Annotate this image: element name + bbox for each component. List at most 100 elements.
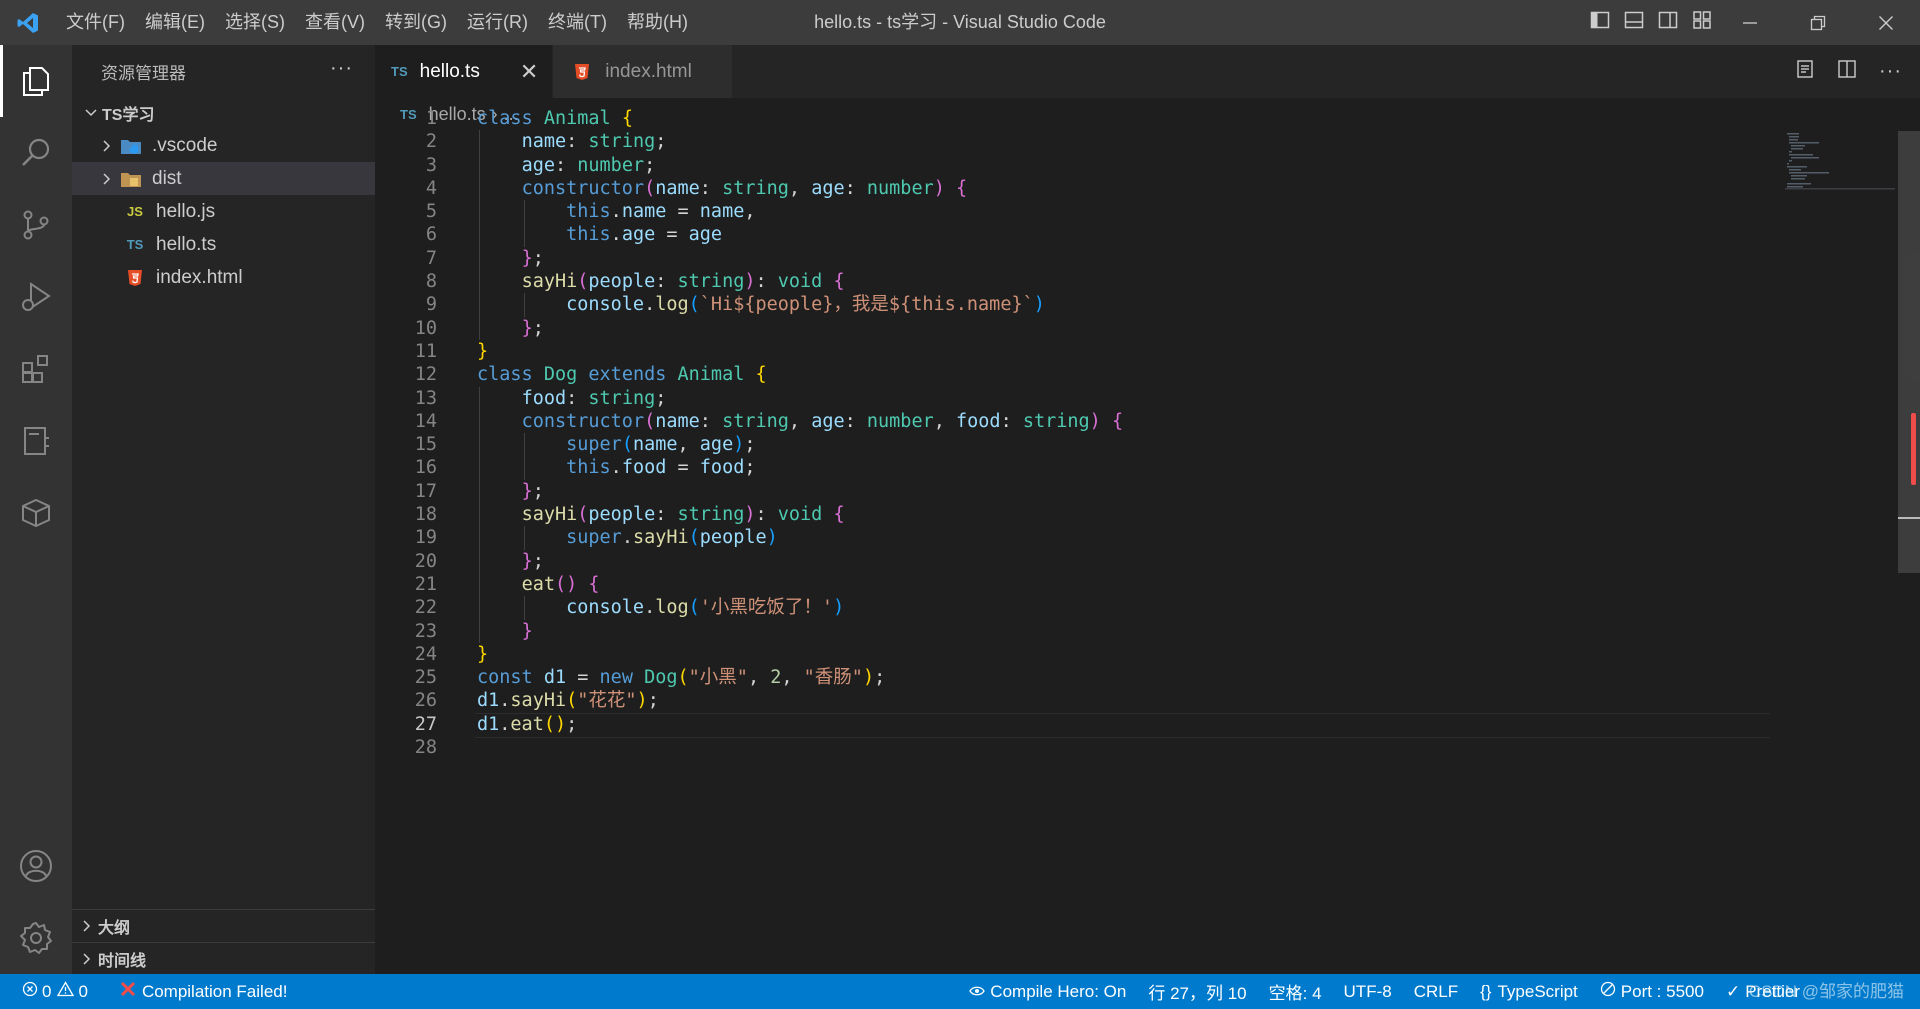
line-number: 18 (414, 504, 437, 526)
eye-icon (969, 982, 986, 1002)
line-number: 12 (414, 364, 437, 386)
menu-file[interactable]: 文件(F) (56, 0, 135, 45)
line-number: 11 (414, 340, 437, 362)
line-number: 19 (414, 527, 437, 549)
line-number: 20 (414, 550, 437, 572)
toggle-primary-sidebar-icon[interactable] (1590, 10, 1610, 35)
outline-section[interactable]: 大纲 (72, 909, 375, 942)
line-number: 6 (425, 224, 437, 246)
string-literal: "花花" (577, 690, 637, 712)
tree-item-vscode-folder[interactable]: .vscode (72, 129, 375, 162)
code-line: 13 food: string; (375, 386, 1775, 410)
code-line: 11} (375, 340, 1775, 363)
code-text: name: string; (521, 131, 667, 153)
tab-label: index.html (605, 60, 692, 82)
menu-go[interactable]: 转到(G) (375, 0, 457, 45)
code-text: eat() { (521, 573, 600, 595)
source-control-icon[interactable] (0, 189, 72, 261)
run-debug-icon[interactable] (0, 261, 72, 333)
code-text: this.food = food; (566, 457, 756, 479)
code-line: 17 }; (375, 479, 1775, 504)
cursor-position[interactable]: 行 27，列 10 (1137, 974, 1257, 1009)
end-of-line[interactable]: CRLF (1403, 974, 1469, 1009)
problems-indicator[interactable]: 0 0 (0, 974, 99, 1009)
close-icon[interactable]: ✕ (520, 59, 538, 85)
code-line: 20 }; (375, 549, 1775, 573)
cross-mark-icon (120, 981, 136, 1002)
line-number: 16 (414, 457, 437, 479)
chevron-right-icon (76, 919, 98, 933)
explorer-title: 资源管理器 (101, 63, 186, 83)
indentation[interactable]: 空格: 4 (1258, 974, 1333, 1009)
menu-edit[interactable]: 编辑(E) (135, 0, 215, 45)
check-icon: ✓ (1725, 981, 1741, 1001)
line-number: 21 (414, 573, 437, 595)
menu-terminal[interactable]: 终端(T) (538, 0, 617, 45)
code-text: }; (521, 317, 544, 339)
explorer-icon[interactable] (0, 45, 72, 117)
code-line: 6 this.age = age (375, 223, 1775, 247)
tree-item-hello-ts[interactable]: TS hello.ts (72, 228, 375, 261)
outline-label: 大纲 (98, 920, 131, 937)
editor-scrollbar[interactable] (1898, 131, 1920, 573)
port-text: Port : 5500 (1620, 981, 1704, 1001)
braces-icon: {} (1480, 981, 1492, 1001)
tab-index-html[interactable]: index.html (553, 45, 733, 98)
minimap[interactable] (1785, 131, 1895, 211)
package-icon[interactable] (0, 477, 72, 549)
minimize-icon[interactable] (1716, 0, 1784, 45)
toggle-secondary-sidebar-icon[interactable] (1658, 10, 1678, 35)
tree-item-hello-js[interactable]: JS hello.js (72, 195, 375, 228)
menu-view[interactable]: 查看(V) (295, 0, 375, 45)
chevron-right-icon (96, 139, 118, 153)
notebook-icon[interactable] (0, 405, 72, 477)
line-number: 28 (414, 737, 437, 759)
extensions-icon[interactable] (0, 333, 72, 405)
code-editor[interactable]: 1 class Animal { 2 name: string; 3 age: n… (375, 107, 1775, 759)
code-line: 15 super(name, age); (375, 433, 1775, 457)
prettier-status[interactable]: ✓ Prettier (1715, 974, 1920, 1009)
language-mode[interactable]: {} TypeScript (1469, 974, 1589, 1009)
code-line: 3 age: number; (375, 153, 1775, 177)
line-number: 5 (425, 201, 437, 223)
compile-hero-toggle[interactable]: Compile Hero: On (958, 974, 1137, 1009)
cursor-overview-marker (1898, 517, 1920, 519)
timeline-section[interactable]: 时间线 (72, 942, 375, 975)
language-text: TypeScript (1497, 981, 1578, 1001)
account-icon[interactable] (0, 830, 72, 902)
javascript-file-icon: JS (127, 204, 143, 219)
menu-help[interactable]: 帮助(H) (617, 0, 698, 45)
compile-status[interactable]: Compilation Failed! (109, 974, 299, 1009)
tree-item-index-html[interactable]: index.html (72, 261, 375, 294)
line-number: 23 (414, 620, 437, 642)
close-window-icon[interactable] (1852, 0, 1920, 45)
search-icon[interactable] (0, 117, 72, 189)
toggle-panel-icon[interactable] (1624, 10, 1644, 35)
split-editor-icon[interactable] (1837, 59, 1857, 84)
settings-gear-icon[interactable] (0, 902, 72, 974)
menu-run[interactable]: 运行(R) (457, 0, 538, 45)
line-number: 24 (414, 643, 437, 665)
more-actions-icon[interactable]: ··· (330, 57, 353, 80)
code-text: this.age = age (566, 224, 723, 246)
line-number: 9 (425, 294, 437, 316)
code-line: 4 constructor(name: string, age: number)… (375, 176, 1775, 201)
tab-hello-ts[interactable]: TS hello.ts ✕ (375, 45, 554, 98)
customize-layout-icon[interactable] (1692, 10, 1712, 35)
open-preview-icon[interactable] (1795, 59, 1815, 84)
code-line: 2 name: string; (375, 130, 1775, 154)
restore-icon[interactable] (1784, 0, 1852, 45)
tree-item-dist-folder[interactable]: dist (72, 162, 375, 195)
chevron-right-icon (96, 172, 118, 186)
code-line: 21 eat() { (375, 572, 1775, 597)
prettier-text: Prettier (1745, 981, 1800, 1001)
encoding[interactable]: UTF-8 (1333, 974, 1403, 1009)
line-number: 4 (425, 177, 437, 199)
live-server-port[interactable]: Port : 5500 (1589, 974, 1715, 1009)
menu-selection[interactable]: 选择(S) (215, 0, 295, 45)
code-line: 28 (375, 736, 1775, 759)
workspace-root[interactable]: TS学习 (72, 97, 375, 129)
line-number: 15 (414, 434, 437, 456)
editor-actions: ··· (1795, 45, 1902, 98)
more-actions-icon[interactable]: ··· (1879, 60, 1902, 83)
